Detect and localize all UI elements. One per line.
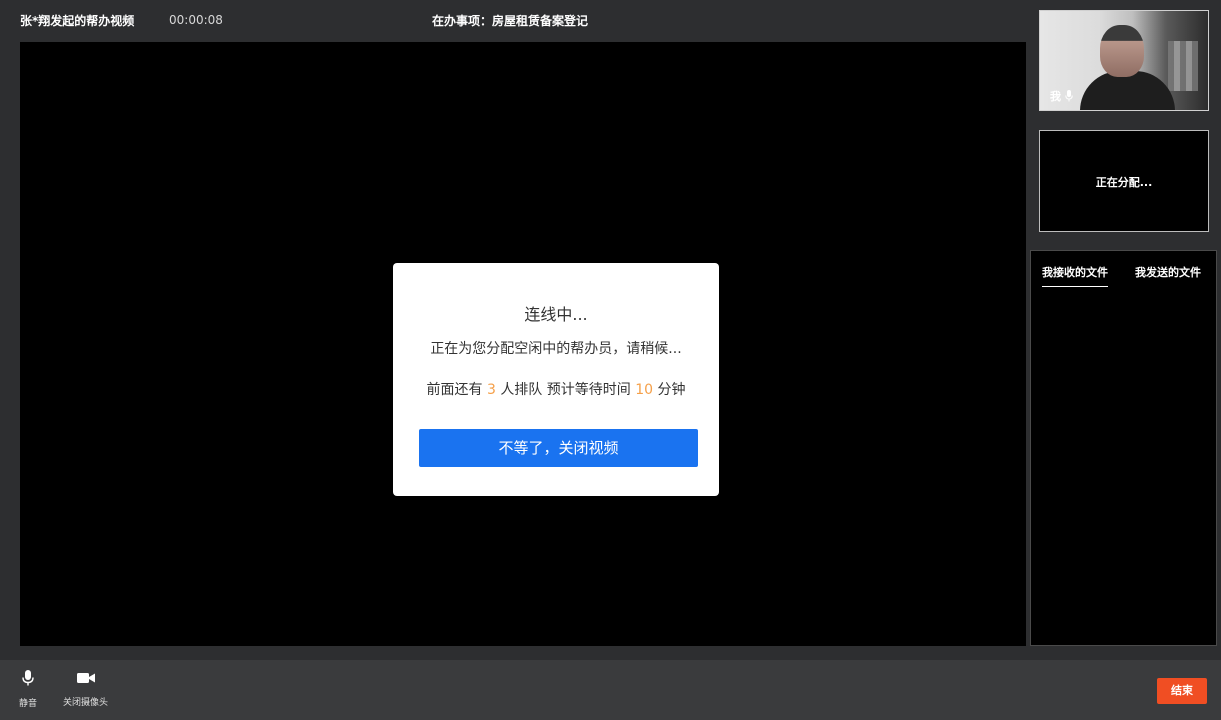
mute-button[interactable]: 静音 — [19, 670, 37, 709]
remote-video-slot: 正在分配... — [1039, 130, 1209, 232]
queue-suffix: 分钟 — [657, 382, 686, 398]
files-panel: 我接收的文件 我发送的文件 — [1030, 250, 1217, 646]
microphone-icon — [22, 670, 34, 690]
top-bar: 张*翔发起的帮办视频 00:00:08 在办事项：房屋租赁备案登记 — [0, 0, 1030, 42]
tab-sent-files[interactable]: 我发送的文件 — [1135, 264, 1201, 280]
self-label: 我 — [1050, 88, 1073, 104]
person-body — [1080, 71, 1175, 110]
current-task: 在办事项：房屋租赁备案登记 — [432, 14, 589, 28]
camera-off-label: 关闭摄像头 — [63, 698, 109, 708]
close-video-button[interactable]: 不等了，关闭视频 — [419, 429, 698, 467]
queue-count: 3 — [486, 382, 496, 398]
wait-minutes: 10 — [635, 382, 654, 398]
self-video-preview: 我 — [1039, 10, 1209, 111]
background-shelf — [1168, 41, 1198, 91]
queue-prefix: 前面还有 — [426, 382, 483, 398]
dialog-description: 正在为您分配空闲中的帮办员，请稍候... — [430, 341, 682, 357]
microphone-icon — [1065, 90, 1073, 102]
person-head — [1100, 25, 1144, 77]
mute-label: 静音 — [19, 699, 38, 709]
call-timer: 00:00:08 — [169, 13, 223, 27]
queue-info: 前面还有 3 人排队 预计等待时间 10 分钟 — [393, 379, 719, 399]
connecting-dialog: 连线中... 正在为您分配空闲中的帮办员，请稍候... 前面还有 3 人排队 预… — [393, 263, 719, 496]
camera-off-button[interactable]: 关闭摄像头 — [63, 670, 108, 708]
self-label-text: 我 — [1050, 90, 1061, 103]
queue-mid: 人排队 预计等待时间 — [500, 382, 631, 398]
end-call-button[interactable]: 结束 — [1157, 678, 1207, 704]
main-video-area: 连线中... 正在为您分配空闲中的帮办员，请稍候... 前面还有 3 人排队 预… — [20, 42, 1026, 646]
dialog-title: 连线中... — [524, 305, 588, 324]
call-title: 张*翔发起的帮办视频 — [20, 14, 135, 28]
assign-status: 正在分配... — [1095, 176, 1153, 189]
video-camera-icon — [76, 670, 95, 689]
tab-received-files[interactable]: 我接收的文件 — [1042, 264, 1108, 287]
bottom-control-bar: 静音 关闭摄像头 结束 — [0, 660, 1221, 720]
